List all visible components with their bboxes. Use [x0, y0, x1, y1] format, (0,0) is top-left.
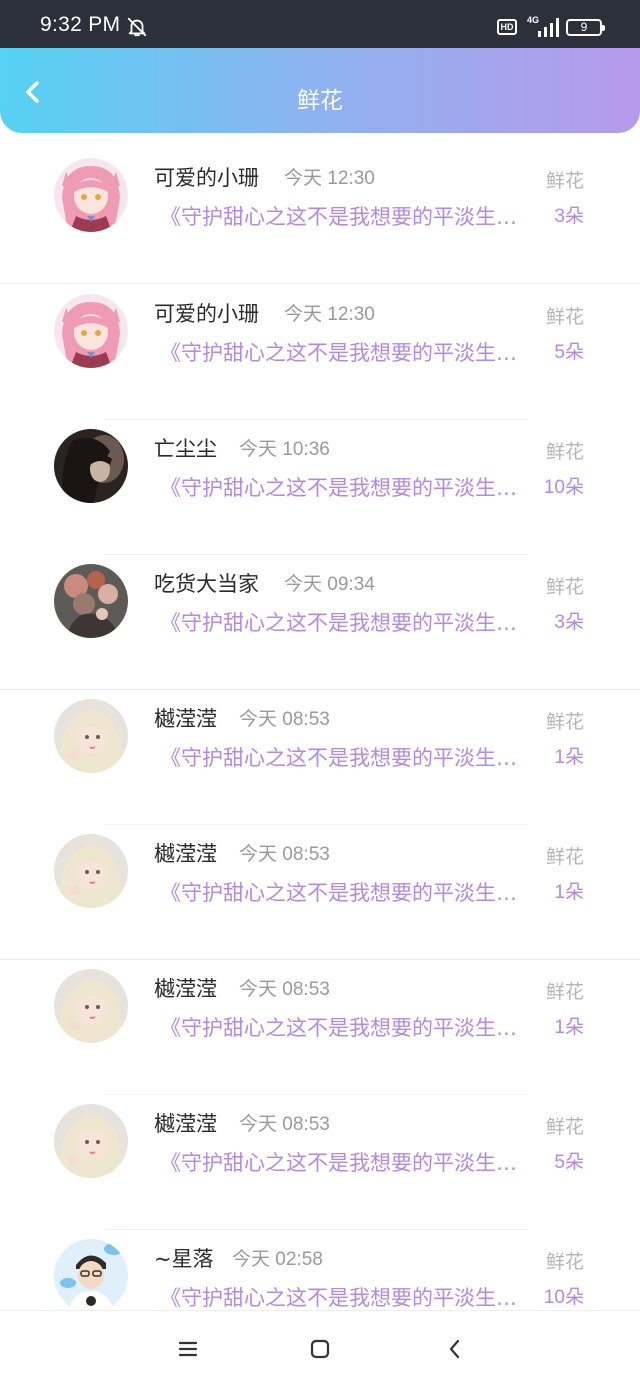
home-square-icon[interactable]	[308, 1337, 332, 1361]
gift-type: 鲜花	[545, 981, 584, 1003]
avatar[interactable]	[54, 969, 128, 1043]
book-title-link[interactable]: 《守护甜心之这不是我想要的平淡生活》	[160, 607, 532, 637]
gift-type: 鲜花	[545, 306, 584, 328]
book-title-link[interactable]: 《守护甜心之这不是我想要的平淡生活》	[160, 337, 532, 367]
status-bar: 9:32 PM HD 4G 9	[0, 0, 640, 48]
status-time: 9:32 PM	[40, 13, 121, 36]
gift-type: 鲜花	[545, 711, 584, 733]
sender-name: 樾滢滢	[154, 1112, 217, 1136]
blonde-girl-avatar-image	[54, 834, 128, 908]
battery-icon: 9	[566, 19, 605, 36]
avatar[interactable]	[54, 1104, 128, 1178]
gift-count: 3朵	[554, 206, 584, 227]
back-triangle-icon[interactable]	[443, 1337, 467, 1361]
gift-type: 鲜花	[545, 441, 584, 463]
hd-badge: HD	[497, 19, 517, 35]
record-time: 今天 12:30	[284, 168, 375, 189]
gift-type: 鲜花	[545, 846, 584, 868]
book-title-link[interactable]: 《守护甜心之这不是我想要的平淡生活》	[160, 742, 532, 772]
sender-name: 樾滢滢	[154, 842, 217, 866]
sender-name: 可爱的小珊	[154, 302, 259, 326]
sender-name: 可爱的小珊	[154, 166, 259, 190]
pink-hair-anime-avatar-image	[54, 158, 128, 232]
gift-count: 3朵	[554, 612, 584, 633]
sender-name: 亡尘尘	[154, 437, 217, 461]
top-header: 鲜花	[0, 48, 640, 133]
avatar[interactable]	[54, 294, 128, 368]
record-time: 今天 10:36	[239, 439, 330, 460]
book-title-link[interactable]: 《守护甜心之这不是我想要的平淡生活》	[160, 472, 532, 502]
sender-name: 樾滢滢	[154, 707, 217, 731]
avatar[interactable]	[54, 429, 128, 503]
gift-count: 1朵	[554, 747, 584, 768]
avatar[interactable]	[54, 564, 128, 638]
gift-count: 10朵	[543, 477, 584, 498]
boy-cartoon-avatar-image	[54, 1239, 128, 1313]
book-title-link[interactable]: 《守护甜心之这不是我想要的平淡生活》	[160, 877, 532, 907]
book-title-link[interactable]: 《守护甜心之这不是我想要的平淡生活》	[160, 1147, 532, 1177]
record-time: 今天 08:53	[239, 979, 330, 1000]
gift-count: 1朵	[554, 1017, 584, 1038]
gift-count: 10朵	[543, 1287, 584, 1308]
dark-photo-avatar-image	[54, 429, 128, 503]
system-nav-bar	[0, 1310, 640, 1387]
list-item[interactable]: 亡尘尘 今天 10:36 《守护甜心之这不是我想要的平淡生活》 鲜花 10朵	[0, 420, 640, 555]
avatar[interactable]	[54, 1239, 128, 1313]
avatar[interactable]	[54, 158, 128, 232]
sender-name: 樾滢滢	[154, 977, 217, 1001]
list-item[interactable]: 樾滢滢 今天 08:53 《守护甜心之这不是我想要的平淡生活》 鲜花 1朵	[0, 960, 640, 1095]
list-item[interactable]: 可爱的小珊 今天 12:30 《守护甜心之这不是我想要的平淡生活》 鲜花 5朵	[0, 285, 640, 420]
page-title: 鲜花	[297, 88, 343, 114]
record-time: 今天 08:53	[239, 844, 330, 865]
flowers-photo-avatar-image	[54, 564, 128, 638]
record-time: 今天 08:53	[239, 709, 330, 730]
signal-icon	[538, 18, 559, 37]
avatar[interactable]	[54, 699, 128, 773]
avatar[interactable]	[54, 834, 128, 908]
sender-name: ~星落	[154, 1247, 214, 1271]
book-title-link[interactable]: 《守护甜心之这不是我想要的平淡生活》	[160, 1282, 532, 1312]
book-title-link[interactable]: 《守护甜心之这不是我想要的平淡生活》	[160, 201, 532, 231]
record-time: 今天 09:34	[284, 574, 375, 595]
gift-count: 5朵	[554, 342, 584, 363]
menu-icon[interactable]	[176, 1337, 200, 1361]
gift-type: 鲜花	[545, 170, 584, 192]
record-time: 今天 08:53	[239, 1114, 330, 1135]
list-item[interactable]: 樾滢滢 今天 08:53 《守护甜心之这不是我想要的平淡生活》 鲜花 1朵	[0, 690, 640, 825]
gift-type: 鲜花	[545, 1251, 584, 1273]
list-item[interactable]: 樾滢滢 今天 08:53 《守护甜心之这不是我想要的平淡生活》 鲜花 1朵	[0, 825, 640, 960]
gift-type: 鲜花	[545, 1116, 584, 1138]
list-item[interactable]: 樾滢滢 今天 08:53 《守护甜心之这不是我想要的平淡生活》 鲜花 5朵	[0, 1095, 640, 1230]
gift-record-list: 可爱的小珊 今天 12:30 《守护甜心之这不是我想要的平淡生活》 鲜花 3朵 …	[0, 150, 640, 1365]
gift-count: 1朵	[554, 882, 584, 903]
record-time: 今天 02:58	[232, 1249, 323, 1270]
record-time: 今天 12:30	[284, 304, 375, 325]
blonde-girl-avatar-image	[54, 699, 128, 773]
list-item[interactable]: 吃货大当家 今天 09:34 《守护甜心之这不是我想要的平淡生活》 鲜花 3朵	[0, 555, 640, 690]
blonde-girl-avatar-image	[54, 969, 128, 1043]
sender-name: 吃货大当家	[154, 572, 259, 596]
list-item[interactable]: 可爱的小珊 今天 12:30 《守护甜心之这不是我想要的平淡生活》 鲜花 3朵	[0, 149, 640, 284]
book-title-link[interactable]: 《守护甜心之这不是我想要的平淡生活》	[160, 1012, 532, 1042]
pink-hair-anime-avatar-image	[54, 294, 128, 368]
blonde-girl-avatar-image	[54, 1104, 128, 1178]
bell-off-icon	[127, 17, 147, 37]
gift-type: 鲜花	[545, 576, 584, 598]
gift-count: 5朵	[554, 1152, 584, 1173]
